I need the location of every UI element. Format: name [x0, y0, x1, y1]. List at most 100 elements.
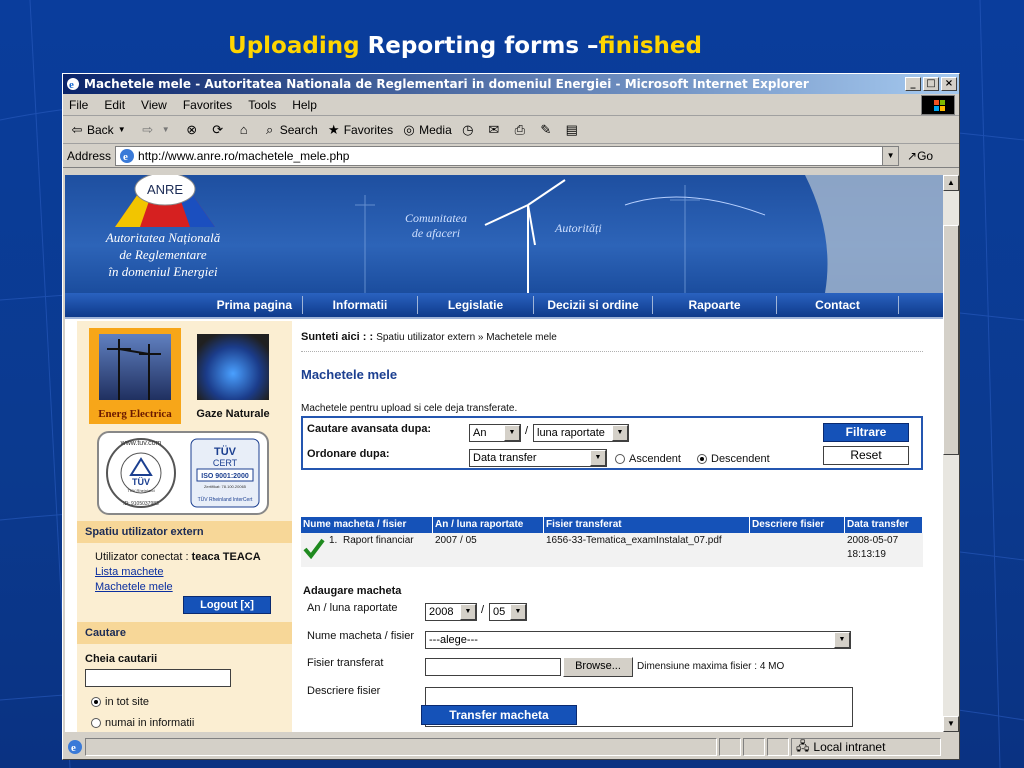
vertical-scrollbar[interactable]: ▲ ▼ — [943, 175, 959, 732]
back-button[interactable]: ⇦ Back ▼ — [69, 122, 132, 138]
page-viewport: ANRE Autoritatea Națională de Reglementa… — [65, 175, 943, 732]
add-year-select[interactable]: 2008 ▼ — [425, 603, 477, 621]
row-number: 1. — [329, 535, 338, 546]
close-button[interactable]: × — [941, 77, 957, 91]
lista-machete-link[interactable]: Lista machete — [95, 566, 163, 578]
media-button[interactable]: ◎ Media — [401, 121, 451, 138]
status-segment — [767, 738, 789, 756]
go-button[interactable]: ↗Go — [907, 149, 933, 163]
menu-file[interactable]: File — [69, 98, 88, 112]
browse-button[interactable]: Browse... — [563, 657, 633, 677]
forward-button[interactable]: ⇨ ▼ — [140, 122, 176, 138]
tuv-zert: Zertifikat: 78.100.20065 — [204, 484, 247, 489]
edit-button[interactable]: ✎ — [538, 122, 556, 138]
add-form-title: Adaugare macheta — [303, 585, 402, 597]
radio-info-only[interactable]: numai in informatii — [91, 717, 194, 729]
document-icon: ▤ — [565, 121, 578, 137]
row-period: 2007 / 05 — [435, 535, 477, 546]
add-name-label: Nume macheta / fisier — [307, 630, 414, 642]
nav-informatii[interactable]: Informatii — [303, 296, 418, 314]
month-select[interactable]: luna raportate ▼ — [533, 424, 629, 442]
main-content: Sunteti aici : : Spatiu utilizator exter… — [301, 321, 943, 732]
max-size-note: Dimensiune maxima fisier : 4 MO — [637, 661, 785, 672]
search-button[interactable]: ⌕ Search — [262, 122, 318, 138]
add-name-select[interactable]: ---alege--- ▼ — [425, 631, 851, 649]
radio-ascendent[interactable]: Ascendent — [615, 453, 681, 465]
refresh-button[interactable]: ⟳ — [210, 122, 228, 138]
menu-view[interactable]: View — [141, 98, 167, 112]
energ-electrica-tile[interactable]: Energ Electrica — [89, 328, 181, 424]
breadcrumb-label: Sunteti aici : : — [301, 331, 377, 343]
nav-rapoarte[interactable]: Rapoarte — [653, 296, 777, 314]
radio-whole-site[interactable]: in tot site — [91, 696, 149, 708]
search-key-input[interactable] — [85, 669, 231, 687]
radio-unselected-icon — [615, 454, 625, 464]
menu-tools[interactable]: Tools — [248, 98, 276, 112]
back-arrow-icon: ⇦ — [71, 121, 83, 137]
col-header-file: Fisier transferat — [544, 517, 750, 533]
nav-legislatie[interactable]: Legislatie — [418, 296, 534, 314]
radio-info-only-label: numai in informatii — [105, 717, 195, 729]
stop-button[interactable]: ⊗ — [184, 122, 202, 138]
discuss-button[interactable]: ▤ — [564, 122, 582, 138]
gaze-naturale-label: Gaze Naturale — [196, 408, 270, 420]
history-button[interactable]: ◷ — [460, 122, 478, 138]
machetele-mele-link[interactable]: Machetele mele — [95, 581, 173, 593]
nav-decizii-si-ordine[interactable]: Decizii si ordine — [534, 296, 653, 314]
banner-authorities[interactable]: Autorități — [555, 221, 602, 236]
mail-button[interactable]: ✉ — [486, 122, 504, 138]
col-header-description: Descriere fisier — [750, 517, 845, 533]
menu-edit[interactable]: Edit — [104, 98, 125, 112]
filter-button[interactable]: Filtrare — [823, 423, 909, 442]
org-name: Autoritatea Națională de Reglementare în… — [93, 229, 233, 280]
favorites-label: Favorites — [343, 122, 394, 137]
col-header-name: Nume macheta / fisier — [301, 517, 433, 533]
add-year-value: 2008 — [429, 606, 454, 618]
menu-help[interactable]: Help — [292, 98, 317, 112]
radio-whole-site-label: in tot site — [105, 696, 150, 708]
print-button[interactable]: ⎙ — [512, 122, 530, 138]
nav-prima-pagina[interactable]: Prima pagina — [65, 296, 303, 314]
security-zone-label: Local intranet — [813, 740, 886, 754]
energ-electrica-label: Energ Electrica — [98, 408, 172, 420]
address-input[interactable]: e http://www.anre.ro/machetele_mele.php … — [115, 145, 900, 166]
favorites-button[interactable]: ★ Favorites — [326, 122, 393, 138]
col-header-date: Data transfer — [845, 517, 923, 533]
scroll-up-arrow-icon[interactable]: ▲ — [943, 175, 959, 191]
add-month-select[interactable]: 05 ▼ — [489, 603, 527, 621]
svg-text:e: e — [71, 742, 76, 754]
radio-ascendent-label: Ascendent — [629, 453, 681, 465]
logout-button[interactable]: Logout [x] — [183, 596, 271, 614]
slide-title-reporting: Reporting forms – — [359, 33, 599, 59]
history-icon: ◷ — [462, 121, 474, 137]
banner-tag1-line1: Comunitatea — [405, 211, 467, 225]
transfer-macheta-button[interactable]: Transfer macheta — [421, 705, 577, 725]
status-segment — [719, 738, 741, 756]
internet-explorer-icon: e — [67, 78, 79, 91]
home-button[interactable]: ⌂ — [236, 122, 254, 138]
slash-separator: / — [481, 604, 485, 616]
radio-descendent[interactable]: Descendent — [697, 453, 770, 465]
address-url: http://www.anre.ro/machetele_mele.php — [138, 148, 350, 163]
menu-favorites[interactable]: Favorites — [183, 98, 232, 112]
row-file[interactable]: 1656-33-Tematica_examInstalat_07.pdf — [546, 535, 722, 546]
maximize-button[interactable]: □ — [923, 77, 939, 91]
dropdown-arrow-icon: ▼ — [460, 604, 476, 620]
tuv-id: ID: 9105037983 — [123, 501, 159, 507]
scroll-thumb[interactable] — [943, 225, 959, 455]
nav-contact[interactable]: Contact — [777, 296, 899, 314]
scroll-down-arrow-icon[interactable]: ▼ — [943, 716, 959, 732]
year-select[interactable]: An ▼ — [469, 424, 521, 442]
banner-business-community[interactable]: Comunitatea de afaceri — [405, 211, 467, 241]
power-lines-image — [99, 334, 171, 400]
reset-button[interactable]: Reset — [823, 446, 909, 465]
address-dropdown-icon[interactable]: ▼ — [882, 146, 899, 165]
address-label: Address — [67, 148, 112, 163]
minimize-button[interactable]: _ — [905, 77, 921, 91]
page-description: Machetele pentru upload si cele deja tra… — [301, 403, 518, 414]
media-icon: ◎ — [403, 121, 415, 137]
radio-selected-icon — [91, 697, 101, 707]
add-file-input[interactable] — [425, 658, 561, 676]
order-select[interactable]: Data transfer ▼ — [469, 449, 607, 467]
gaze-naturale-tile[interactable]: Gaze Naturale — [193, 328, 273, 424]
